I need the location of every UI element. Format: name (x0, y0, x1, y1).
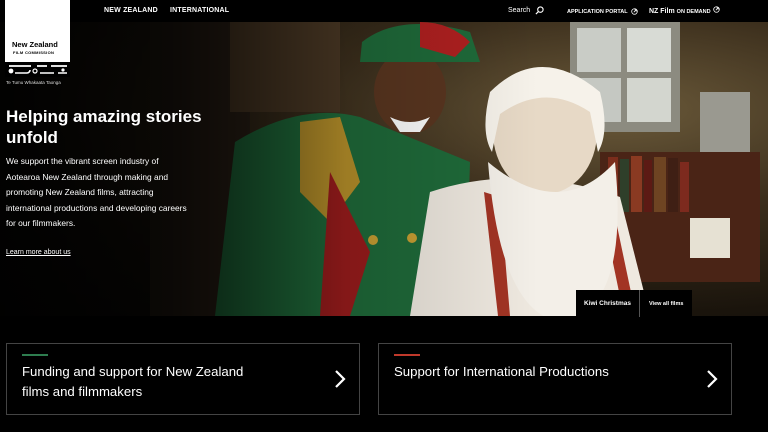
funding-support-card[interactable]: Funding and support for New Zealand film… (6, 343, 360, 415)
nz-film-on-demand-link[interactable]: NZ Film ON DEMAND (649, 6, 720, 15)
film-caption-title[interactable]: Kiwi Christmas (576, 290, 640, 317)
logo-subtitle: FILM COMMISSION (13, 50, 55, 55)
hero-intro-text: We support the vibrant screen industry o… (6, 156, 187, 228)
hero-headline: Helping amazing stories unfold (6, 107, 202, 147)
on-demand-label: ON DEMAND (676, 9, 711, 15)
funding-support-card-label: Funding and support for New Zealand film… (22, 364, 244, 399)
search-button[interactable]: Search (508, 6, 544, 15)
logo-mark-icon (5, 62, 70, 77)
application-portal-link[interactable]: APPLICATION PORTAL (567, 8, 638, 15)
logo-tagline: Te Tumu Whakaata Taonga (6, 80, 61, 85)
logo-title: New Zealand (12, 40, 58, 49)
external-link-icon (712, 6, 720, 13)
card-accent-bar (22, 354, 48, 356)
view-all-films-link[interactable]: View all films (639, 290, 693, 317)
top-navigation-bar: NEW ZEALAND INTERNATIONAL Search APPLICA… (0, 0, 768, 22)
film-caption: Kiwi Christmas View all films (576, 290, 693, 317)
nz-film-label: NZ Film (649, 8, 675, 15)
card-accent-bar (394, 354, 420, 356)
external-link-icon (630, 8, 638, 15)
search-icon (535, 6, 544, 15)
nav-international[interactable]: INTERNATIONAL (170, 7, 229, 14)
nzfc-logo[interactable]: New Zealand FILM COMMISSION (5, 0, 70, 62)
search-label: Search (508, 7, 531, 14)
international-productions-card[interactable]: Support for International Productions (378, 343, 732, 415)
chevron-right-icon (335, 370, 346, 388)
nav-new-zealand[interactable]: NEW ZEALAND (104, 7, 158, 14)
learn-more-link[interactable]: Learn more about us (6, 249, 71, 256)
chevron-right-icon (707, 370, 718, 388)
international-productions-card-label: Support for International Productions (394, 364, 609, 379)
application-portal-label: APPLICATION PORTAL (567, 8, 628, 15)
